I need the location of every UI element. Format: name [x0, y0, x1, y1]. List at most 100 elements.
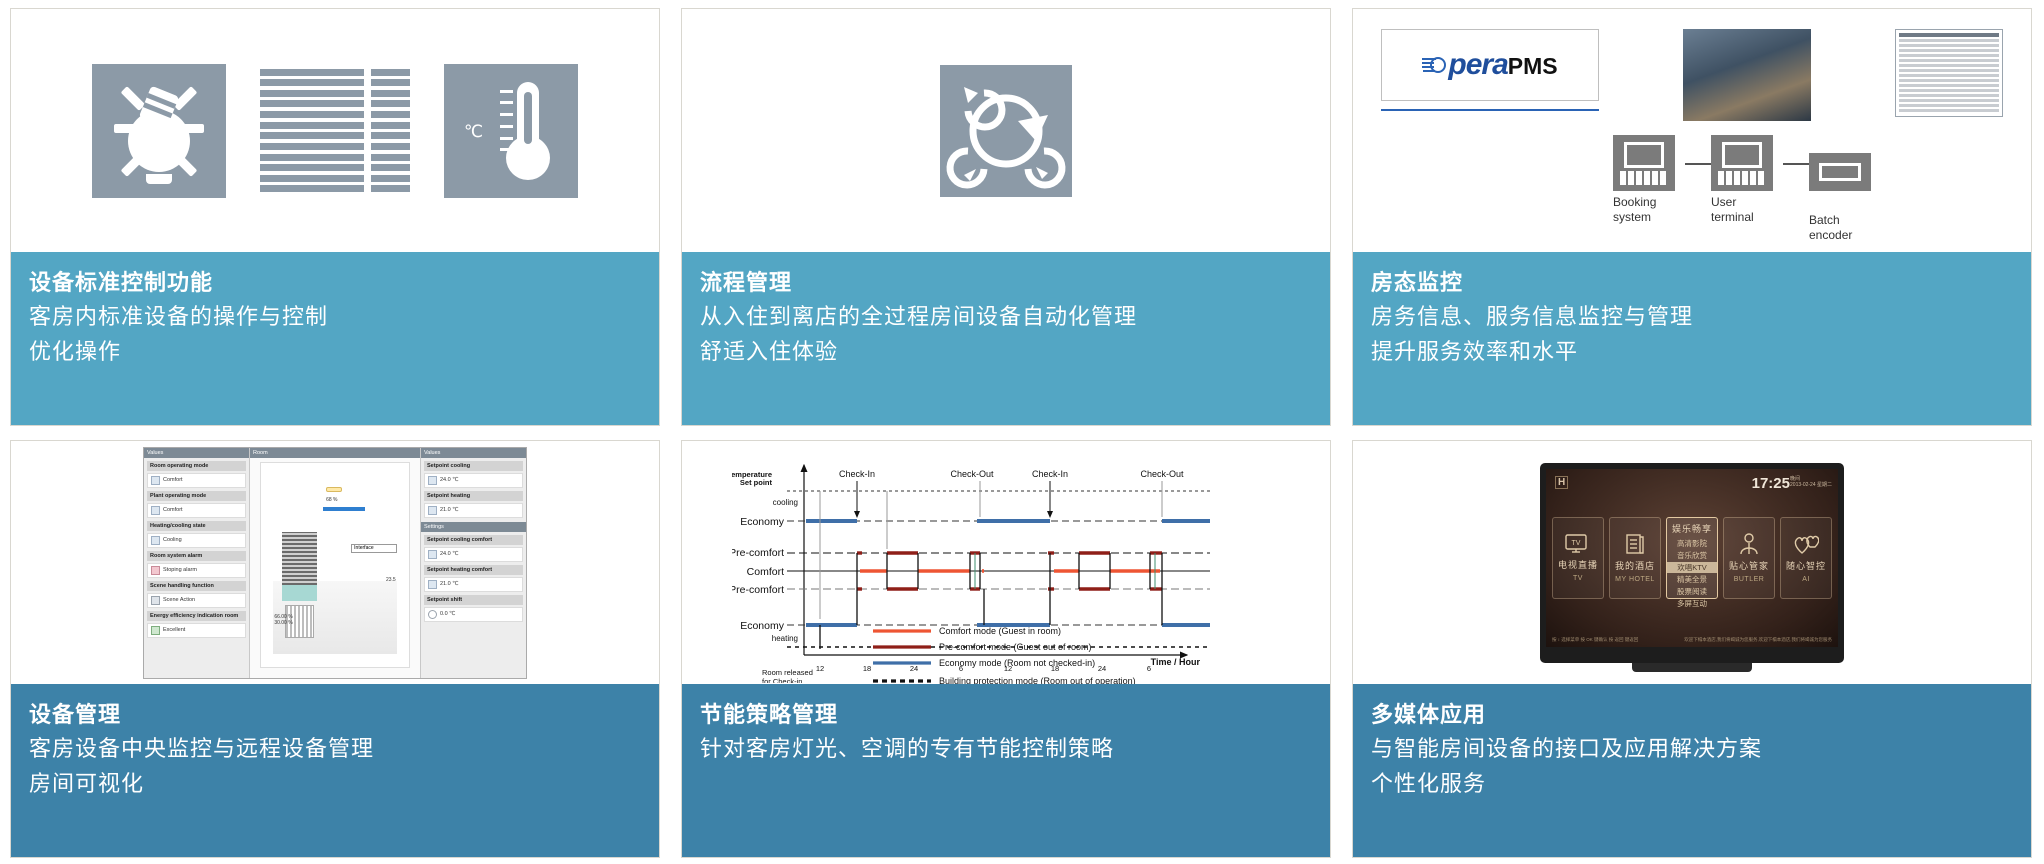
svg-text:Check-Out: Check-Out — [1140, 469, 1184, 479]
svg-text:Economy: Economy — [740, 516, 785, 528]
hmi-left-panel: Values Room operating mode Comfort Plant… — [144, 447, 250, 678]
tv-tile-ai[interactable]: 随心智控 AI — [1780, 516, 1832, 599]
svg-text:for Check-in: for Check-in — [762, 677, 802, 683]
svg-text:12: 12 — [816, 664, 824, 673]
ceiling-lamp-icon — [326, 486, 343, 492]
tile-label-zh: 我的酒店 — [1614, 560, 1655, 571]
card-2-caption: 流程管理 从入住到离店的全过程房间设备自动化管理 舒适入住体验 — [682, 252, 1330, 425]
thermometer-icon — [428, 579, 437, 589]
hmi-room-panel[interactable]: Values Room operating mode Comfort Plant… — [143, 446, 527, 679]
hmi-value-row[interactable]: Cooling — [147, 532, 246, 548]
hmi-group: Setpoint cooling — [424, 460, 523, 471]
setpoint-shift-icon — [428, 609, 437, 619]
svg-text:cooling: cooling — [773, 498, 798, 507]
hmi-value-row[interactable]: Excellent — [147, 622, 246, 638]
tv-tile-entertainment[interactable]: 娱乐畅享 高清影院 音乐欣赏 欢唱KTV 精美全景 股票阅读 多屏互动 — [1666, 516, 1718, 608]
hmi-value-row[interactable]: Comfort — [147, 472, 246, 488]
setpoint-timeline-chart: Temperature Set point cooling Economy Pr… — [682, 441, 1330, 684]
card-cell-1: ℃ 设备标准控制功能 客房内标准设备的操作与控制 优化操作 — [0, 0, 670, 432]
tv-tile-live[interactable]: TV 电视直播 TV — [1552, 516, 1604, 599]
hmi-value: 21.0 ℃ — [440, 581, 459, 587]
tv-screen: H 17:25 晚间 2013-02-24 星期二 TV 电视直播 TV 我的酒… — [1546, 468, 1838, 647]
hmi-value-row[interactable]: Scene Action — [147, 592, 246, 608]
user-terminal-label-2: terminal — [1711, 210, 1754, 224]
booking-system-label-1: Booking — [1613, 195, 1657, 209]
submenu-item[interactable]: 精美全景 — [1677, 574, 1707, 585]
card-6-line3: 个性化服务 — [1371, 770, 1487, 796]
card-standard-device-control[interactable]: ℃ 设备标准控制功能 客房内标准设备的操作与控制 优化操作 — [10, 8, 660, 426]
blind-pos-1: 66.00 % — [274, 613, 293, 620]
hmi-group: Setpoint heating comfort — [424, 564, 523, 575]
hmi-value-row[interactable]: Stoping alarm — [147, 562, 246, 578]
thermometer-icon — [428, 475, 437, 485]
card-1-title: 设备标准控制功能 — [29, 270, 214, 295]
booking-system-icon — [1613, 135, 1675, 191]
card-3-line2: 房务信息、服务信息监控与管理 — [1371, 304, 1694, 330]
tv-footer-left: 按 ↕ 选择菜单 按 OK 键确认 按 返回 键返回 — [1552, 636, 1639, 642]
room-3d-view: 68 % Interface 23.5 66.00 % 30.00 % — [260, 461, 410, 668]
svg-text:Building protection mode (Room: Building protection mode (Room out of op… — [939, 676, 1136, 684]
chain-link-2 — [1783, 163, 1809, 165]
batch-encoder-label-2: encoder — [1809, 228, 1853, 242]
tile-label-en: AI — [1802, 575, 1810, 583]
hmi-group: Energy efficiency indication room — [147, 610, 246, 621]
card-1-media: ℃ — [11, 9, 659, 252]
cycle-arrows-icon — [940, 64, 1072, 197]
hmi-group: Scene handling function — [147, 580, 246, 591]
opera-pms-diagram: peraPMS Booking system User terminal Bat… — [1353, 9, 2031, 252]
dimmer-bar — [323, 507, 365, 512]
card-device-management[interactable]: Values Room operating mode Comfort Plant… — [10, 440, 660, 858]
hmi-group: Setpoint shift — [424, 594, 523, 605]
tv-weather: 晚间 2013-02-24 星期二 — [1790, 476, 1832, 489]
hmi-group: Room operating mode — [147, 460, 246, 471]
thermometer-icon — [428, 549, 437, 559]
interface-select[interactable]: Interface — [351, 544, 398, 554]
card-4-line3: 房间可视化 — [29, 770, 145, 796]
svg-text:Set point: Set point — [740, 478, 773, 487]
submenu-item[interactable]: 多屏互动 — [1677, 598, 1707, 609]
book-icon — [1626, 533, 1644, 554]
hotel-logo: H — [1555, 475, 1569, 489]
card-energy-saving-strategy[interactable]: Temperature Set point cooling Economy Pr… — [681, 440, 1331, 858]
hmi-value-row[interactable]: 24.0 ℃ — [424, 472, 523, 488]
submenu-item-selected[interactable]: 欢唱KTV — [1667, 561, 1717, 573]
hmi-group: Heating/cooling state — [147, 520, 246, 531]
hmi-group: Setpoint heating — [424, 490, 523, 501]
feature-card-grid: ℃ 设备标准控制功能 客房内标准设备的操作与控制 优化操作 流程管理 从入住到离… — [0, 0, 2044, 864]
card-6-line2: 与智能房间设备的接口及应用解决方案 — [1371, 736, 1763, 762]
tile-label-zh: 随心智控 — [1785, 560, 1826, 571]
tv-icon: TV — [1565, 533, 1587, 553]
card-multimedia-application[interactable]: H 17:25 晚间 2013-02-24 星期二 TV 电视直播 TV 我的酒… — [1352, 440, 2032, 858]
hmi-group: Room system alarm — [147, 550, 246, 561]
hmi-value-row[interactable]: 21.0 ℃ — [424, 502, 523, 518]
hmi-room-visualization[interactable]: Room 68 % Interface 23.5 66.00 % 30.00 % — [250, 447, 420, 678]
svg-text:Comfort: Comfort — [747, 566, 784, 578]
submenu-item[interactable]: 音乐欣赏 — [1677, 550, 1707, 561]
card-room-status-monitoring[interactable]: peraPMS Booking system User terminal Bat… — [1352, 8, 2032, 426]
control-icon-row: ℃ — [92, 63, 578, 198]
hmi-value: Stoping alarm — [163, 567, 197, 573]
hmi-value-row[interactable]: 24.0 ℃ — [424, 546, 523, 562]
svg-text:Check-Out: Check-Out — [950, 469, 994, 479]
hmi-value: 0.0 ℃ — [440, 611, 456, 617]
tv-tile-butler[interactable]: 贴心管家 BUTLER — [1723, 516, 1775, 599]
hmi-group: Plant operating mode — [147, 490, 246, 501]
card-process-management[interactable]: 流程管理 从入住到离店的全过程房间设备自动化管理 舒适入住体验 — [681, 8, 1331, 426]
bell-icon — [151, 565, 160, 575]
card-6-caption: 多媒体应用 与智能房间设备的接口及应用解决方案 个性化服务 — [1353, 684, 2031, 857]
tile-label-zh: 娱乐畅享 — [1671, 523, 1712, 534]
hmi-value-row[interactable]: 0.0 ℃ — [424, 606, 523, 622]
hotel-tv-menu[interactable]: H 17:25 晚间 2013-02-24 星期二 TV 电视直播 TV 我的酒… — [1540, 462, 1844, 672]
svg-text:Pre-comfort: Pre-comfort — [732, 547, 784, 559]
tile-label-en: TV — [1573, 574, 1583, 582]
tv-tile-my-hotel[interactable]: 我的酒店 MY HOTEL — [1609, 516, 1661, 599]
card-3-media: peraPMS Booking system User terminal Bat… — [1353, 9, 2031, 252]
batch-encoder-label: Batch encoder — [1809, 213, 1881, 243]
submenu-item[interactable]: 高清影院 — [1677, 538, 1707, 549]
booking-system-label-2: system — [1613, 210, 1652, 224]
submenu-item[interactable]: 股票阅读 — [1677, 586, 1707, 597]
hmi-value-row[interactable]: Comfort — [147, 502, 246, 518]
card-cell-4: Values Room operating mode Comfort Plant… — [0, 432, 670, 864]
hmi-value-row[interactable]: 21.0 ℃ — [424, 576, 523, 592]
leaf-icon — [151, 625, 160, 635]
